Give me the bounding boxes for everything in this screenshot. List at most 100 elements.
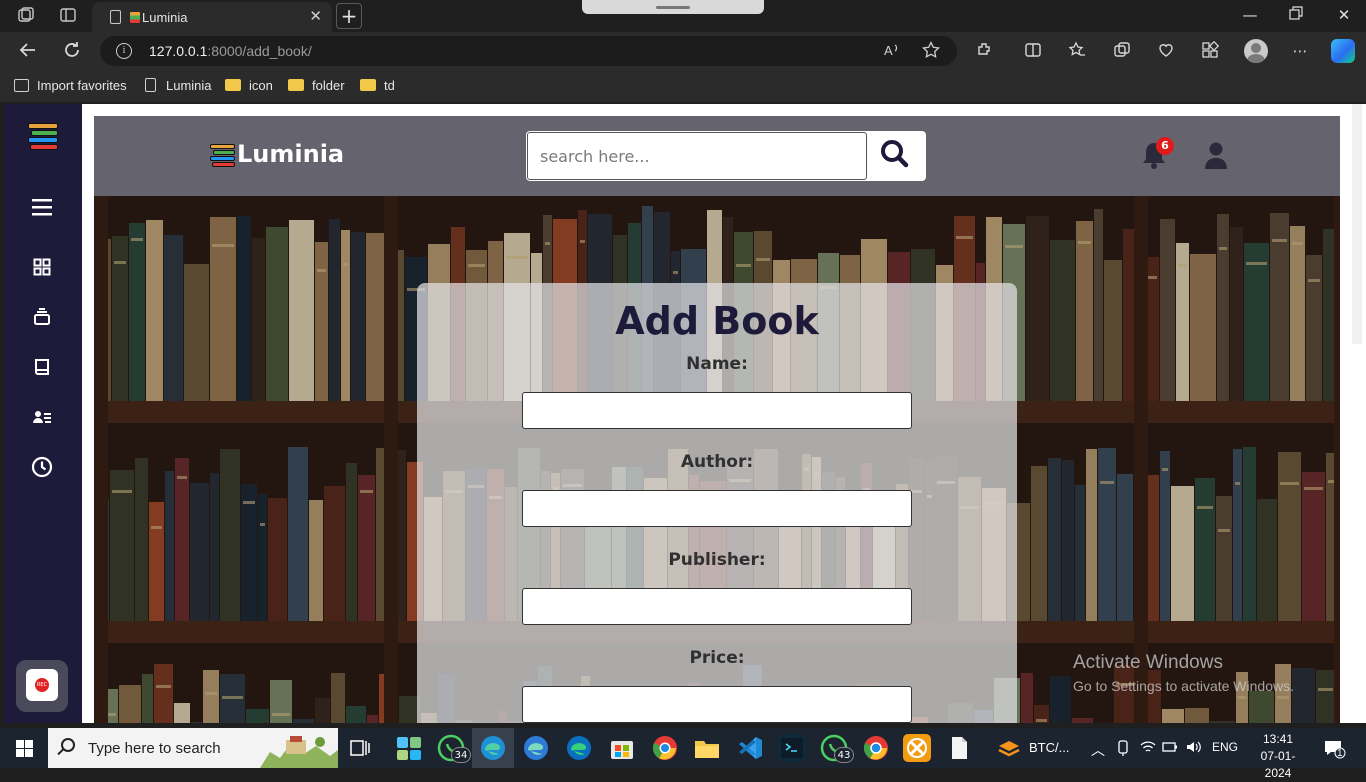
more-menu-icon[interactable]: ⋯ xyxy=(1290,41,1310,61)
profile-avatar-icon[interactable] xyxy=(1244,39,1268,63)
book-icon[interactable] xyxy=(30,358,54,382)
address-toolbar: i 127.0.0.1:8000/add_book/ A ⋯ xyxy=(0,32,1366,70)
back-icon[interactable] xyxy=(17,40,39,62)
publisher-input[interactable] xyxy=(522,588,912,625)
battery-icon[interactable] xyxy=(1162,740,1178,757)
screen-recorder-button[interactable]: REC xyxy=(16,660,68,712)
author-label: Author: xyxy=(680,452,754,472)
bookshelf-background: Add Book Name: Author: Publisher: Price:… xyxy=(94,196,1340,723)
whatsapp-badge: 34 xyxy=(451,747,471,763)
apps-icon[interactable] xyxy=(1200,40,1220,61)
search-icon xyxy=(61,738,75,752)
browser-essentials-icon[interactable] xyxy=(1156,41,1176,61)
favorite-folder-folder[interactable]: folder xyxy=(288,78,345,96)
chrome-profile-icon[interactable] xyxy=(862,734,890,762)
edge-beta-icon[interactable] xyxy=(565,734,593,762)
file-explorer-icon[interactable] xyxy=(693,734,721,762)
windows-taskbar: Type here to search 34 43 BTC/... ︿ ENG … xyxy=(0,728,1366,780)
tab-title: Luminia xyxy=(142,10,188,25)
new-tab-button[interactable]: + xyxy=(336,3,362,29)
tab-luminia[interactable]: Luminia ✕ xyxy=(92,2,332,32)
search-button[interactable] xyxy=(866,131,926,181)
favorite-td-folder[interactable]: td xyxy=(360,78,395,96)
books-stack-icon[interactable] xyxy=(30,308,54,332)
xampp-icon[interactable] xyxy=(903,734,931,762)
user-profile-icon[interactable] xyxy=(1204,141,1228,171)
close-tab-icon[interactable]: ✕ xyxy=(309,7,322,25)
wifi-icon[interactable] xyxy=(1140,740,1156,757)
pen-tray-icon[interactable] xyxy=(1116,740,1130,759)
luminia-favicon-icon xyxy=(130,12,140,23)
luminia-logo-icon xyxy=(210,144,235,168)
clock-time: 13:41 xyxy=(1262,732,1294,746)
author-input[interactable] xyxy=(522,490,912,527)
edge-icon[interactable] xyxy=(479,734,507,762)
extensions-icon[interactable] xyxy=(975,41,995,61)
favorites-icon[interactable] xyxy=(1067,41,1087,61)
vscode-icon[interactable] xyxy=(736,734,764,762)
search-input[interactable] xyxy=(527,132,867,180)
close-window-icon[interactable]: ✕ xyxy=(1334,6,1354,24)
show-hidden-icons-chevron-icon[interactable]: ︿ xyxy=(1091,740,1105,760)
store-icon[interactable] xyxy=(608,734,636,762)
notification-badge: 6 xyxy=(1156,137,1174,155)
folder-icon xyxy=(225,79,241,91)
btc-widget-icon[interactable] xyxy=(995,734,1023,762)
chrome-icon[interactable] xyxy=(651,734,679,762)
url-text: 127.0.0.1:8000/add_book/ xyxy=(149,43,312,59)
minimize-icon[interactable]: — xyxy=(1240,6,1260,24)
favorite-import[interactable]: Import favorites xyxy=(14,78,127,96)
search-box xyxy=(526,131,926,181)
dashboard-icon[interactable] xyxy=(30,258,54,282)
favorite-luminia[interactable]: Luminia xyxy=(145,78,212,96)
favorite-star-icon[interactable] xyxy=(922,40,940,63)
taskbar-search[interactable]: Type here to search xyxy=(48,728,338,768)
split-screen-icon[interactable] xyxy=(1023,41,1043,61)
top-header: Luminia 6 xyxy=(94,116,1340,196)
whatsapp-second-badge: 43 xyxy=(834,747,854,763)
clock-date: 07-01-2024 xyxy=(1260,749,1296,780)
workspaces-icon[interactable] xyxy=(16,6,36,26)
edge-dev-icon[interactable] xyxy=(522,734,550,762)
tab-actions-icon[interactable] xyxy=(58,6,78,26)
members-icon[interactable] xyxy=(30,408,54,432)
btc-ticker-label[interactable]: BTC/... xyxy=(1029,740,1069,755)
volume-icon[interactable] xyxy=(1186,740,1202,757)
name-label: Name: xyxy=(686,354,748,374)
terminal-app-icon[interactable] xyxy=(778,734,806,762)
system-clock[interactable]: 13:41 07-01-2024 xyxy=(1254,731,1302,782)
address-bar[interactable]: i 127.0.0.1:8000/add_book/ A xyxy=(100,36,957,66)
watermark-subtitle: Go to Settings to activate Windows. xyxy=(1073,678,1294,694)
notepad-file-icon[interactable] xyxy=(945,734,973,762)
name-input[interactable] xyxy=(522,392,912,429)
page-scrollbar[interactable] xyxy=(1350,104,1366,723)
window-grab-handle[interactable] xyxy=(582,0,764,14)
favorites-bar: Import favorites Luminia icon folder td xyxy=(0,70,1366,102)
price-input[interactable] xyxy=(522,686,912,723)
task-view-icon[interactable] xyxy=(348,736,376,764)
price-label: Price: xyxy=(689,648,745,668)
site-info-icon[interactable]: i xyxy=(116,43,132,59)
start-windows-icon[interactable] xyxy=(16,740,33,757)
publisher-label: Publisher: xyxy=(668,550,766,570)
luminia-logo-icon[interactable] xyxy=(28,123,58,151)
taskbar-search-placeholder: Type here to search xyxy=(88,740,221,757)
refresh-icon[interactable] xyxy=(61,40,83,62)
import-icon xyxy=(14,79,29,92)
scrollbar-thumb[interactable] xyxy=(1352,104,1362,344)
menu-hamburger-icon[interactable] xyxy=(30,196,54,220)
folder-icon xyxy=(360,79,376,91)
language-indicator[interactable]: ENG xyxy=(1212,740,1238,754)
collections-icon[interactable] xyxy=(1112,41,1132,61)
widgets-icon[interactable] xyxy=(395,734,423,762)
svg-text:A: A xyxy=(884,43,893,58)
read-aloud-icon[interactable]: A xyxy=(883,41,901,63)
add-book-form: Add Book Name: Author: Publisher: Price: xyxy=(417,283,1017,723)
restore-icon[interactable] xyxy=(1286,6,1306,24)
favorite-icon-folder[interactable]: icon xyxy=(225,78,273,96)
copilot-icon[interactable] xyxy=(1331,39,1355,63)
search-highlight-image xyxy=(260,730,338,768)
folder-icon xyxy=(288,79,304,91)
search-icon xyxy=(881,140,909,168)
history-clock-icon[interactable] xyxy=(30,456,54,480)
